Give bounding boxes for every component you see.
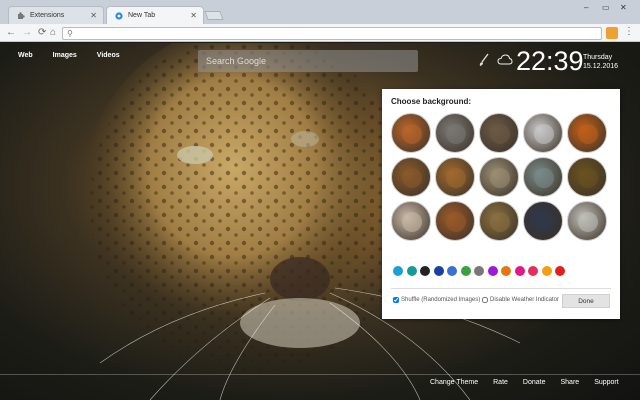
background-thumbnail[interactable] — [567, 201, 607, 241]
extension-fox-icon[interactable] — [606, 27, 618, 39]
color-swatches — [393, 266, 565, 276]
animal-face — [534, 168, 554, 188]
background-thumbnail[interactable] — [479, 201, 519, 241]
minimize-icon[interactable]: – — [584, 3, 588, 12]
close-tab-icon[interactable]: ✕ — [90, 11, 97, 20]
footer-link-change-theme[interactable]: Change Theme — [430, 379, 478, 386]
nav-link-web[interactable]: Web — [18, 52, 33, 59]
background-chooser-panel: Choose background: Shuffle (Randomized I… — [382, 89, 620, 319]
footer-link-rate[interactable]: Rate — [493, 379, 508, 386]
maximize-icon[interactable]: ▭ — [602, 3, 610, 12]
animal-face — [534, 124, 554, 144]
tab-extensions[interactable]: Extensions ✕ — [8, 6, 104, 24]
animal-face — [578, 212, 598, 232]
footer-divider — [0, 374, 640, 375]
disable-weather-label: Disable Weather Indicator — [490, 297, 559, 303]
animal-face — [490, 168, 510, 188]
background-thumbnail[interactable] — [567, 113, 607, 153]
nav-link-images[interactable]: Images — [53, 52, 77, 59]
divider — [391, 288, 611, 289]
shuffle-label: Shuffle (Randomized Images) — [401, 297, 481, 303]
tab-title: New Tab — [128, 12, 156, 19]
close-tab-icon[interactable]: ✕ — [190, 11, 197, 20]
close-window-icon[interactable]: ✕ — [620, 3, 627, 12]
new-tab-page: Web Images Videos 22:39 Thursday 15.12.2… — [0, 43, 640, 400]
background-thumbnail[interactable] — [391, 113, 431, 153]
color-swatch[interactable] — [541, 266, 552, 276]
background-thumbnail[interactable] — [435, 113, 475, 153]
animal-face — [402, 124, 422, 144]
color-swatch[interactable] — [514, 266, 525, 276]
new-tab-icon — [115, 11, 123, 20]
background-thumbnail[interactable] — [479, 113, 519, 153]
color-swatch[interactable] — [528, 266, 538, 276]
footer-link-support[interactable]: Support — [594, 379, 619, 386]
animal-face — [578, 124, 598, 144]
clock-day: Thursday — [583, 54, 613, 61]
animal-face — [402, 168, 422, 188]
disable-weather-option[interactable]: Disable Weather Indicator — [482, 297, 559, 303]
tab-title: Extensions — [30, 12, 65, 19]
address-bar[interactable]: ⚲ — [62, 27, 602, 40]
animal-face — [446, 124, 466, 144]
animal-face — [446, 168, 466, 188]
search-icon: ⚲ — [67, 29, 73, 38]
background-thumbnail[interactable] — [479, 157, 519, 197]
tab-strip: Extensions ✕ New Tab ✕ – ▭ ✕ — [0, 0, 640, 24]
panel-title: Choose background: — [391, 97, 472, 106]
toolbar: ← → ⟳ ⌂ ⚲ ⋮ — [0, 24, 640, 42]
color-swatch[interactable] — [406, 266, 417, 276]
footer-links: Change Theme Rate Donate Share Support — [430, 379, 619, 386]
background-thumbnail[interactable] — [567, 157, 607, 197]
animal-face — [402, 212, 422, 232]
background-thumbnail[interactable] — [435, 157, 475, 197]
animal-face — [490, 124, 510, 144]
new-tab-button[interactable] — [204, 11, 224, 20]
animal-face — [578, 168, 598, 188]
color-swatch[interactable] — [447, 266, 457, 276]
top-nav: Web Images Videos — [18, 52, 120, 59]
disable-weather-checkbox[interactable] — [482, 297, 488, 303]
done-button[interactable]: Done — [562, 294, 610, 308]
color-swatch[interactable] — [474, 266, 484, 276]
cloud-icon[interactable] — [497, 54, 513, 65]
color-swatch[interactable] — [487, 266, 498, 276]
animal-face — [490, 212, 510, 232]
footer-link-donate[interactable]: Donate — [523, 379, 546, 386]
tab-new-tab[interactable]: New Tab ✕ — [106, 6, 204, 24]
background-thumbnail[interactable] — [523, 201, 563, 241]
shuffle-option[interactable]: Shuffle (Randomized Images) — [393, 297, 480, 303]
puzzle-icon — [17, 11, 25, 20]
search-input[interactable] — [198, 50, 418, 72]
color-swatch[interactable] — [460, 266, 471, 276]
color-swatch[interactable] — [433, 266, 444, 276]
background-thumbnail[interactable] — [391, 157, 431, 197]
background-thumbnail[interactable] — [523, 157, 563, 197]
background-thumbnail[interactable] — [435, 201, 475, 241]
background-thumbnail[interactable] — [391, 201, 431, 241]
clock-time: 22:39 — [516, 46, 584, 76]
color-swatch[interactable] — [555, 266, 565, 276]
menu-icon[interactable]: ⋮ — [624, 26, 634, 37]
clock-date: 15.12.2016 — [583, 63, 619, 70]
search-box — [198, 50, 418, 72]
home-icon[interactable]: ⌂ — [50, 27, 56, 39]
back-icon[interactable]: ← — [6, 27, 16, 39]
animal-face — [446, 212, 466, 232]
reload-icon[interactable]: ⟳ — [38, 27, 46, 39]
shuffle-checkbox[interactable] — [393, 297, 399, 303]
brush-icon[interactable] — [478, 53, 490, 67]
background-thumbnail[interactable] — [523, 113, 563, 153]
nav-link-videos[interactable]: Videos — [97, 52, 120, 59]
color-swatch[interactable] — [420, 266, 430, 276]
color-swatch[interactable] — [393, 266, 403, 276]
footer-link-share[interactable]: Share — [561, 379, 580, 386]
animal-face — [534, 212, 554, 232]
color-swatch[interactable] — [501, 266, 511, 276]
forward-icon[interactable]: → — [22, 27, 32, 39]
